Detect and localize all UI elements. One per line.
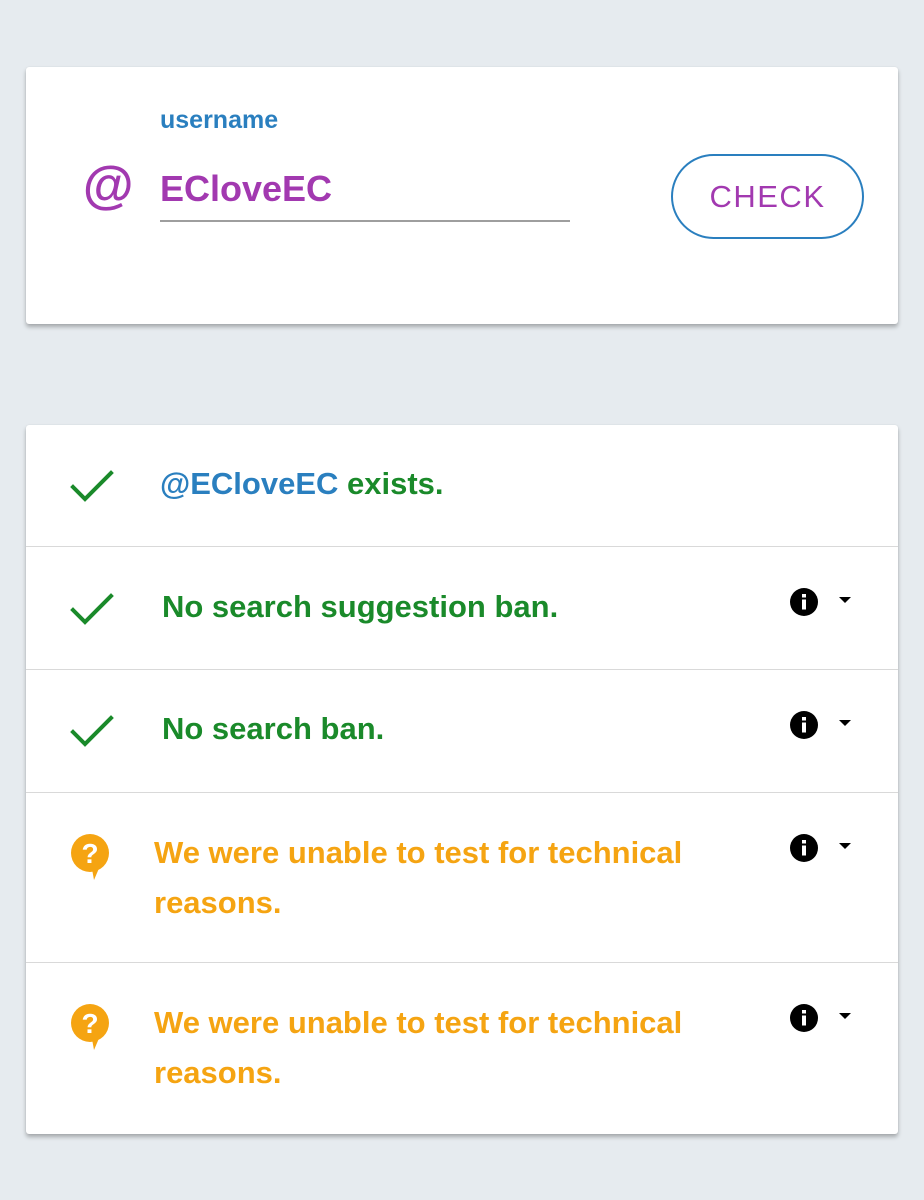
- info-icon: [790, 711, 818, 739]
- result-text: No search ban.: [162, 711, 385, 746]
- exists-text: exists.: [338, 466, 444, 501]
- result-text: We were unable to test for technical rea…: [154, 828, 682, 928]
- check-icon: [70, 715, 114, 747]
- result-text: We were unable to test for technical rea…: [154, 998, 682, 1098]
- result-text: @ECloveEC exists.: [160, 459, 444, 509]
- chevron-down-icon: [839, 1013, 851, 1019]
- result-text-line: We were unable to test for technical: [154, 1005, 683, 1040]
- chevron-down-icon: [839, 720, 851, 726]
- info-icon: [790, 834, 818, 862]
- result-text-line: reasons.: [154, 1055, 282, 1090]
- check-icon: [70, 593, 114, 625]
- result-text-line: reasons.: [154, 885, 282, 920]
- check-icon: [70, 470, 114, 502]
- question-bubble-icon: ?: [71, 1004, 109, 1050]
- result-row-search-ban: No search ban.: [26, 670, 898, 793]
- question-bubble-icon: ?: [71, 834, 109, 880]
- results-card: @ECloveEC exists. No search suggestion b…: [26, 425, 898, 1134]
- username-handle: @ECloveEC: [160, 466, 339, 501]
- info-toggle[interactable]: [788, 709, 860, 741]
- result-text-line: We were unable to test for technical: [154, 835, 683, 870]
- info-toggle[interactable]: [788, 1002, 860, 1034]
- info-toggle[interactable]: [788, 832, 860, 864]
- info-icon: [790, 1004, 818, 1032]
- check-button[interactable]: CHECK: [671, 154, 864, 239]
- info-icon: [790, 588, 818, 616]
- result-row-reply-deboosting: ? We were unable to test for technical r…: [26, 963, 898, 1134]
- result-row-ghost-ban: ? We were unable to test for technical r…: [26, 793, 898, 963]
- result-row-exists: @ECloveEC exists.: [26, 425, 898, 547]
- info-toggle[interactable]: [788, 586, 860, 618]
- username-label: username: [160, 106, 279, 134]
- chevron-down-icon: [839, 843, 851, 849]
- chevron-down-icon: [839, 597, 851, 603]
- result-text: No search suggestion ban.: [162, 589, 559, 624]
- result-row-search-suggestion-ban: No search suggestion ban.: [26, 547, 898, 670]
- svg-text:?: ?: [81, 1008, 98, 1039]
- username-input[interactable]: [160, 158, 570, 222]
- at-sign-icon: @: [82, 157, 133, 215]
- svg-text:?: ?: [81, 838, 98, 869]
